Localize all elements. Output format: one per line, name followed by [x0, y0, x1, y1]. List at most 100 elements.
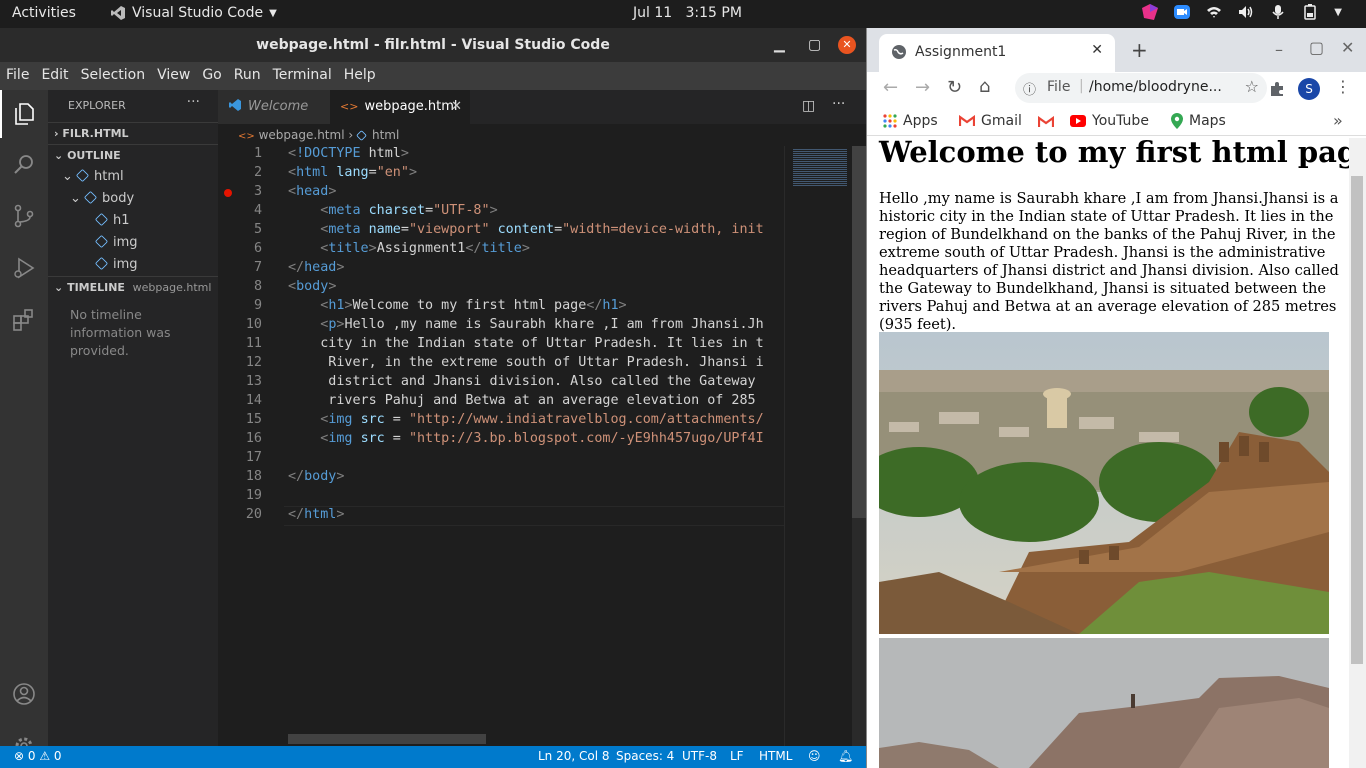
chevron-right-icon: › [54, 127, 59, 140]
accounts-icon[interactable] [12, 682, 36, 706]
menu-help[interactable]: Help [344, 62, 382, 90]
menu-terminal[interactable]: Terminal [273, 62, 338, 90]
menu-file[interactable]: File [6, 62, 35, 90]
folder-section[interactable]: › FILR.HTML [48, 122, 218, 144]
search-icon[interactable] [12, 152, 36, 176]
url-scheme: File [1047, 79, 1071, 95]
split-editor-icon[interactable]: ◫ [802, 98, 815, 114]
problems-indicator[interactable]: ⊗ 0 ⚠ 0 [14, 749, 62, 763]
back-arrow-icon[interactable]: ← [883, 77, 898, 98]
microphone-icon[interactable] [1270, 4, 1286, 20]
forward-arrow-icon[interactable]: → [915, 77, 930, 98]
code-line: </head> [288, 260, 345, 275]
element-symbol-icon [356, 130, 367, 141]
outline-label: img [113, 235, 138, 250]
notifications-bell-icon[interactable]: 🔔︎ [838, 749, 853, 763]
bookmark-youtube[interactable]: YouTube [1070, 113, 1149, 129]
explorer-title: EXPLORER [68, 99, 126, 112]
feedback-icon[interactable]: ☺ [808, 749, 821, 763]
page-scrollbar[interactable] [1349, 138, 1366, 768]
breadcrumb-file[interactable]: webpage.html [259, 128, 345, 142]
editor-scrollbar[interactable] [852, 146, 866, 746]
tab-welcome[interactable]: Welcome [218, 90, 330, 124]
chrome-menu-icon[interactable]: ⋮ [1335, 77, 1351, 96]
address-bar[interactable]: ⓘ File | /home/bloodryne... ☆ [1015, 73, 1267, 103]
code-editor[interactable]: 1 <!DOCTYPE html> 2 <html lang="en"> 3 <head>… [218, 146, 784, 746]
element-symbol-icon [75, 168, 90, 183]
activities-button[interactable]: Activities [12, 5, 76, 21]
browser-tab[interactable]: Assignment1 ✕ [879, 34, 1115, 72]
wifi-icon[interactable] [1206, 4, 1222, 20]
maximize-button[interactable]: ▢ [808, 28, 821, 62]
volume-icon[interactable] [1238, 4, 1254, 20]
home-icon[interactable]: ⌂ [979, 76, 990, 97]
breadcrumb-symbol[interactable]: html [372, 128, 399, 142]
breakpoint-dot-icon[interactable] [224, 189, 232, 197]
zoom-icon[interactable] [1174, 4, 1191, 20]
scrollbar-thumb[interactable] [1351, 176, 1363, 664]
scrollbar-thumb[interactable] [852, 146, 866, 518]
line-number: 12 [245, 355, 262, 370]
horizontal-scrollbar-thumb[interactable] [288, 734, 486, 744]
vscode-titlebar: webpage.html - filr.html - Visual Studio… [0, 28, 866, 62]
bookmark-gmail[interactable]: Gmail [959, 113, 1022, 129]
timeline-section[interactable]: ⌄ TIMELINE webpage.html [48, 276, 218, 298]
language-mode[interactable]: HTML [759, 749, 792, 763]
app-menu[interactable]: Visual Studio Code ▼ [110, 5, 277, 21]
gmail-icon[interactable] [1038, 116, 1054, 128]
outline-item-img[interactable]: img [48, 232, 218, 254]
bookmark-star-icon[interactable]: ☆ [1245, 77, 1259, 96]
tab-close-icon[interactable]: ✕ [1091, 42, 1103, 58]
color-app-icon[interactable] [1142, 4, 1159, 20]
line-number: 15 [245, 412, 262, 427]
bookmarks-overflow-icon[interactable]: » [1333, 111, 1343, 130]
menu-go[interactable]: Go [202, 62, 227, 90]
bookmark-maps[interactable]: Maps [1171, 113, 1226, 129]
menu-edit[interactable]: Edit [41, 62, 74, 90]
line-ending[interactable]: LF [730, 749, 744, 763]
new-tab-button[interactable]: + [1131, 38, 1148, 62]
clock-time: 3:15 PM [685, 5, 742, 21]
editor-more-actions-icon[interactable]: ··· [832, 96, 845, 112]
outline-label: h1 [113, 213, 130, 228]
chevron-down-icon: ⌄ [54, 281, 64, 294]
minimize-button[interactable]: ▁ [774, 28, 785, 62]
line-number: 18 [245, 469, 262, 484]
battery-icon[interactable] [1302, 4, 1318, 20]
minimap[interactable] [784, 146, 850, 746]
extensions-icon[interactable] [12, 308, 36, 332]
bookmark-label: Maps [1189, 113, 1226, 129]
element-symbol-icon [94, 256, 109, 271]
explorer-icon[interactable] [12, 102, 36, 126]
tab-close-icon[interactable]: ✕ [451, 90, 462, 124]
menu-selection[interactable]: Selection [81, 62, 152, 90]
indentation[interactable]: Spaces: 4 [616, 749, 674, 763]
tab-webpage-html[interactable]: <> webpage.html ✕ [330, 90, 470, 124]
profile-avatar[interactable]: S [1298, 78, 1320, 100]
close-button[interactable]: ✕ [1341, 38, 1354, 57]
clock[interactable]: Jul 11 3:15 PM [633, 5, 742, 21]
maps-pin-icon [1171, 113, 1183, 129]
line-number: 5 [253, 222, 262, 237]
html-file-icon: <> [238, 131, 255, 142]
close-button[interactable]: ✕ [838, 36, 856, 54]
extensions-puzzle-icon[interactable] [1269, 81, 1285, 97]
source-control-icon[interactable] [12, 204, 36, 228]
tab-label: Welcome [248, 99, 309, 114]
run-debug-icon[interactable] [12, 256, 36, 280]
maximize-button[interactable]: ▢ [1309, 38, 1324, 57]
outline-section-title: OUTLINE [67, 149, 121, 162]
outline-item-body[interactable]: ⌄ body [48, 188, 218, 210]
outline-item-img[interactable]: img [48, 254, 218, 272]
more-actions-icon[interactable]: ··· [187, 86, 200, 118]
menu-run[interactable]: Run [234, 62, 267, 90]
minimize-button[interactable]: – [1275, 40, 1283, 59]
outline-section[interactable]: ⌄ OUTLINE [48, 144, 218, 166]
outline-item-h1[interactable]: h1 [48, 210, 218, 232]
outline-item-html[interactable]: ⌄ html [48, 166, 218, 188]
reload-icon[interactable]: ↻ [947, 77, 962, 98]
cursor-position[interactable]: Ln 20, Col 8 [538, 749, 610, 763]
system-menu-caret-icon[interactable]: ▼ [1334, 7, 1342, 18]
encoding[interactable]: UTF-8 [682, 749, 717, 763]
bookmark-apps[interactable]: Apps [883, 113, 938, 129]
